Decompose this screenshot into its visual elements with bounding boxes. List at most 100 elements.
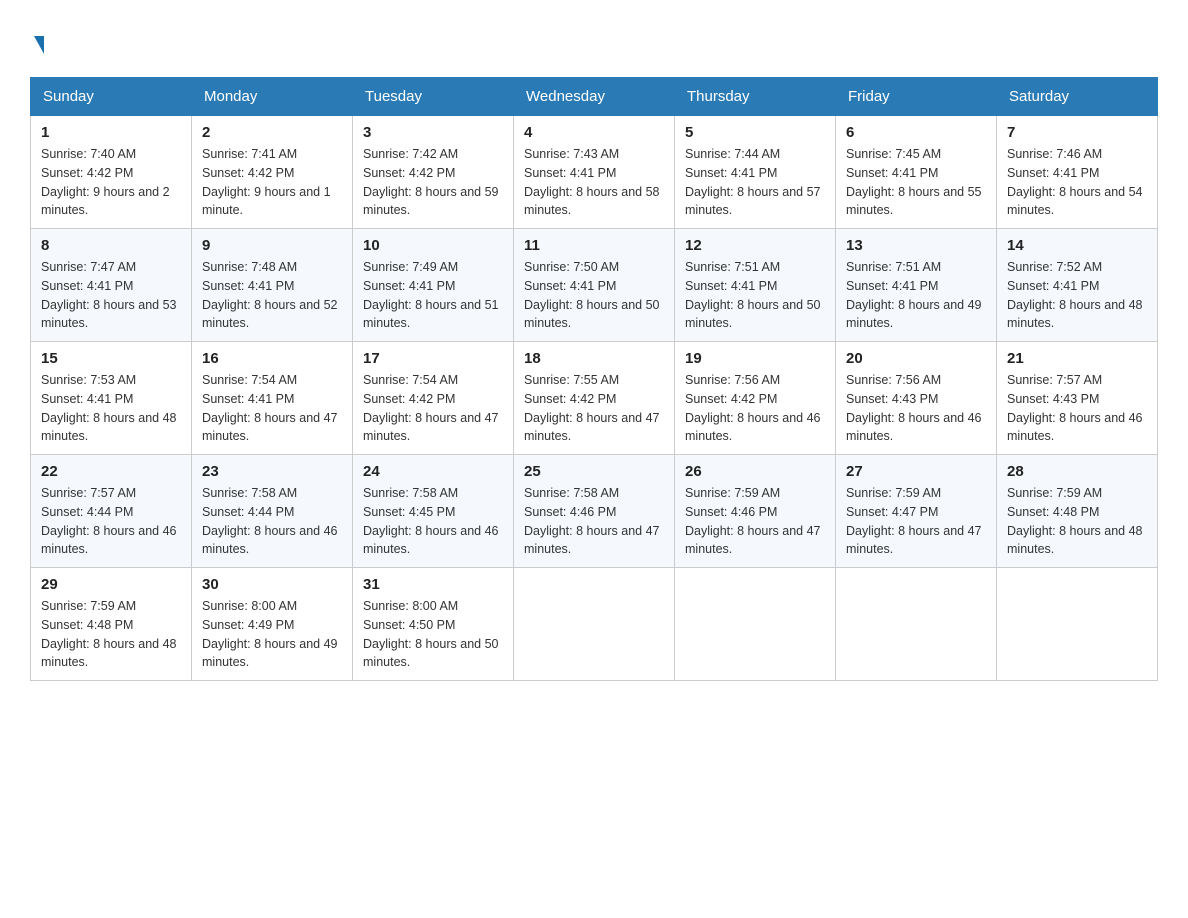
day-info: Sunrise: 7:42 AMSunset: 4:42 PMDaylight:… bbox=[363, 145, 503, 220]
calendar-cell: 10 Sunrise: 7:49 AMSunset: 4:41 PMDayligh… bbox=[353, 229, 514, 342]
calendar-cell: 8 Sunrise: 7:47 AMSunset: 4:41 PMDaylight… bbox=[31, 229, 192, 342]
calendar-week-row: 8 Sunrise: 7:47 AMSunset: 4:41 PMDaylight… bbox=[31, 229, 1158, 342]
day-number: 10 bbox=[363, 237, 503, 254]
calendar-cell: 28Sunrise: 7:59 AMSunset: 4:48 PMDayligh… bbox=[997, 455, 1158, 568]
calendar-cell: 20 Sunrise: 7:56 AMSunset: 4:43 PMDayligh… bbox=[836, 342, 997, 455]
day-of-week-tuesday: Tuesday bbox=[353, 78, 514, 116]
calendar-week-row: 15 Sunrise: 7:53 AMSunset: 4:41 PMDayligh… bbox=[31, 342, 1158, 455]
day-info: Sunrise: 7:43 AMSunset: 4:41 PMDaylight:… bbox=[524, 145, 664, 220]
logo-general-text bbox=[30, 20, 44, 57]
calendar-cell: 12 Sunrise: 7:51 AMSunset: 4:41 PMDayligh… bbox=[675, 229, 836, 342]
day-info: Sunrise: 7:58 AMSunset: 4:46 PMDaylight:… bbox=[524, 484, 664, 559]
day-info: Sunrise: 7:54 AMSunset: 4:41 PMDaylight:… bbox=[202, 371, 342, 446]
calendar-week-row: 1Sunrise: 7:40 AMSunset: 4:42 PMDaylight… bbox=[31, 116, 1158, 229]
calendar-cell: 4Sunrise: 7:43 AMSunset: 4:41 PMDaylight… bbox=[514, 116, 675, 229]
calendar-cell: 30 Sunrise: 8:00 AMSunset: 4:49 PMDayligh… bbox=[192, 568, 353, 681]
day-number: 3 bbox=[363, 124, 503, 141]
logo bbox=[30, 20, 44, 57]
logo-triangle-icon bbox=[34, 36, 44, 54]
calendar-week-row: 29Sunrise: 7:59 AMSunset: 4:48 PMDayligh… bbox=[31, 568, 1158, 681]
calendar-cell: 2 Sunrise: 7:41 AMSunset: 4:42 PMDaylight… bbox=[192, 116, 353, 229]
day-info: Sunrise: 7:52 AMSunset: 4:41 PMDaylight:… bbox=[1007, 258, 1147, 333]
calendar-cell bbox=[997, 568, 1158, 681]
day-info: Sunrise: 7:57 AMSunset: 4:43 PMDaylight:… bbox=[1007, 371, 1147, 446]
day-number: 22 bbox=[41, 463, 181, 480]
calendar-cell: 16 Sunrise: 7:54 AMSunset: 4:41 PMDayligh… bbox=[192, 342, 353, 455]
calendar-cell: 23 Sunrise: 7:58 AMSunset: 4:44 PMDayligh… bbox=[192, 455, 353, 568]
day-number: 15 bbox=[41, 350, 181, 367]
day-info: Sunrise: 8:00 AMSunset: 4:49 PMDaylight:… bbox=[202, 597, 342, 672]
day-number: 8 bbox=[41, 237, 181, 254]
day-info: Sunrise: 7:51 AMSunset: 4:41 PMDaylight:… bbox=[685, 258, 825, 333]
day-info: Sunrise: 7:46 AMSunset: 4:41 PMDaylight:… bbox=[1007, 145, 1147, 220]
day-number: 9 bbox=[202, 237, 342, 254]
day-number: 16 bbox=[202, 350, 342, 367]
day-info: Sunrise: 7:59 AMSunset: 4:47 PMDaylight:… bbox=[846, 484, 986, 559]
day-info: Sunrise: 7:58 AMSunset: 4:45 PMDaylight:… bbox=[363, 484, 503, 559]
day-number: 25 bbox=[524, 463, 664, 480]
day-number: 20 bbox=[846, 350, 986, 367]
day-info: Sunrise: 7:55 AMSunset: 4:42 PMDaylight:… bbox=[524, 371, 664, 446]
day-info: Sunrise: 7:41 AMSunset: 4:42 PMDaylight:… bbox=[202, 145, 342, 220]
calendar-cell: 5 Sunrise: 7:44 AMSunset: 4:41 PMDaylight… bbox=[675, 116, 836, 229]
day-info: Sunrise: 7:58 AMSunset: 4:44 PMDaylight:… bbox=[202, 484, 342, 559]
day-number: 5 bbox=[685, 124, 825, 141]
day-info: Sunrise: 7:51 AMSunset: 4:41 PMDaylight:… bbox=[846, 258, 986, 333]
day-number: 27 bbox=[846, 463, 986, 480]
day-number: 14 bbox=[1007, 237, 1147, 254]
day-number: 23 bbox=[202, 463, 342, 480]
calendar-cell: 31Sunrise: 8:00 AMSunset: 4:50 PMDayligh… bbox=[353, 568, 514, 681]
day-info: Sunrise: 7:54 AMSunset: 4:42 PMDaylight:… bbox=[363, 371, 503, 446]
calendar-cell bbox=[836, 568, 997, 681]
calendar-cell bbox=[675, 568, 836, 681]
day-number: 31 bbox=[363, 576, 503, 593]
day-number: 18 bbox=[524, 350, 664, 367]
day-number: 6 bbox=[846, 124, 986, 141]
day-info: Sunrise: 7:57 AMSunset: 4:44 PMDaylight:… bbox=[41, 484, 181, 559]
day-of-week-friday: Friday bbox=[836, 78, 997, 116]
calendar-cell: 26 Sunrise: 7:59 AMSunset: 4:46 PMDayligh… bbox=[675, 455, 836, 568]
calendar-cell: 7 Sunrise: 7:46 AMSunset: 4:41 PMDaylight… bbox=[997, 116, 1158, 229]
day-info: Sunrise: 7:56 AMSunset: 4:43 PMDaylight:… bbox=[846, 371, 986, 446]
day-number: 24 bbox=[363, 463, 503, 480]
day-number: 17 bbox=[363, 350, 503, 367]
calendar-header-row: SundayMondayTuesdayWednesdayThursdayFrid… bbox=[31, 78, 1158, 116]
day-number: 12 bbox=[685, 237, 825, 254]
day-info: Sunrise: 7:59 AMSunset: 4:46 PMDaylight:… bbox=[685, 484, 825, 559]
calendar-cell: 21 Sunrise: 7:57 AMSunset: 4:43 PMDayligh… bbox=[997, 342, 1158, 455]
calendar-table: SundayMondayTuesdayWednesdayThursdayFrid… bbox=[30, 77, 1158, 681]
day-number: 11 bbox=[524, 237, 664, 254]
day-info: Sunrise: 7:44 AMSunset: 4:41 PMDaylight:… bbox=[685, 145, 825, 220]
day-number: 21 bbox=[1007, 350, 1147, 367]
page-header bbox=[30, 20, 1158, 57]
day-info: Sunrise: 7:48 AMSunset: 4:41 PMDaylight:… bbox=[202, 258, 342, 333]
day-of-week-sunday: Sunday bbox=[31, 78, 192, 116]
day-info: Sunrise: 7:47 AMSunset: 4:41 PMDaylight:… bbox=[41, 258, 181, 333]
day-info: Sunrise: 7:45 AMSunset: 4:41 PMDaylight:… bbox=[846, 145, 986, 220]
day-of-week-thursday: Thursday bbox=[675, 78, 836, 116]
day-info: Sunrise: 7:49 AMSunset: 4:41 PMDaylight:… bbox=[363, 258, 503, 333]
calendar-cell: 25 Sunrise: 7:58 AMSunset: 4:46 PMDayligh… bbox=[514, 455, 675, 568]
day-info: Sunrise: 7:59 AMSunset: 4:48 PMDaylight:… bbox=[41, 597, 181, 672]
calendar-week-row: 22 Sunrise: 7:57 AMSunset: 4:44 PMDayligh… bbox=[31, 455, 1158, 568]
calendar-cell: 1Sunrise: 7:40 AMSunset: 4:42 PMDaylight… bbox=[31, 116, 192, 229]
day-number: 19 bbox=[685, 350, 825, 367]
calendar-cell: 19 Sunrise: 7:56 AMSunset: 4:42 PMDayligh… bbox=[675, 342, 836, 455]
day-of-week-wednesday: Wednesday bbox=[514, 78, 675, 116]
calendar-cell: 27 Sunrise: 7:59 AMSunset: 4:47 PMDayligh… bbox=[836, 455, 997, 568]
day-number: 1 bbox=[41, 124, 181, 141]
calendar-cell: 11Sunrise: 7:50 AMSunset: 4:41 PMDayligh… bbox=[514, 229, 675, 342]
calendar-cell: 14 Sunrise: 7:52 AMSunset: 4:41 PMDayligh… bbox=[997, 229, 1158, 342]
day-number: 26 bbox=[685, 463, 825, 480]
day-number: 2 bbox=[202, 124, 342, 141]
day-of-week-monday: Monday bbox=[192, 78, 353, 116]
day-number: 7 bbox=[1007, 124, 1147, 141]
calendar-cell: 22 Sunrise: 7:57 AMSunset: 4:44 PMDayligh… bbox=[31, 455, 192, 568]
day-of-week-saturday: Saturday bbox=[997, 78, 1158, 116]
day-number: 13 bbox=[846, 237, 986, 254]
day-number: 30 bbox=[202, 576, 342, 593]
day-info: Sunrise: 7:53 AMSunset: 4:41 PMDaylight:… bbox=[41, 371, 181, 446]
calendar-cell: 13 Sunrise: 7:51 AMSunset: 4:41 PMDayligh… bbox=[836, 229, 997, 342]
calendar-cell: 29Sunrise: 7:59 AMSunset: 4:48 PMDayligh… bbox=[31, 568, 192, 681]
day-info: Sunrise: 7:56 AMSunset: 4:42 PMDaylight:… bbox=[685, 371, 825, 446]
